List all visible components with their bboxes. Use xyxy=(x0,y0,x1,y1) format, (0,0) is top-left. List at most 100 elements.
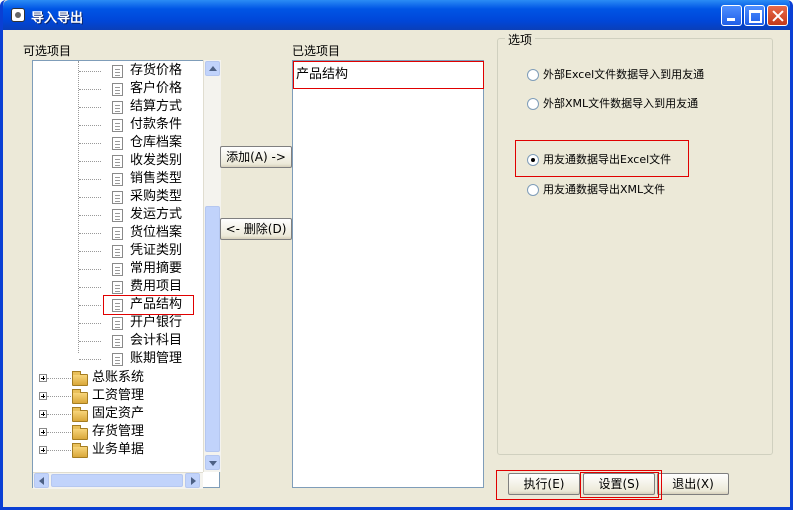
folder-icon xyxy=(72,443,88,458)
tree-item[interactable]: 费用项目 xyxy=(130,278,182,296)
plus-expand-icon[interactable] xyxy=(39,374,47,382)
document-icon xyxy=(112,281,123,294)
title-bar: 导入导出 xyxy=(3,0,790,30)
radio-button-icon[interactable] xyxy=(527,98,539,110)
tree-connector-line xyxy=(79,179,101,180)
document-icon xyxy=(112,299,123,312)
delete-button[interactable]: <- 删除(D) xyxy=(220,218,292,240)
document-icon xyxy=(112,317,123,330)
settings-button[interactable]: 设置(S) xyxy=(583,473,655,495)
folder-icon xyxy=(72,371,88,386)
document-icon xyxy=(112,263,123,276)
maximize-button[interactable] xyxy=(744,5,765,26)
tree-connector-line xyxy=(47,432,71,433)
tree-item[interactable]: 产品结构 xyxy=(130,296,182,314)
tree-item[interactable]: 付款条件 xyxy=(130,116,182,134)
tree-item[interactable]: 结算方式 xyxy=(130,98,182,116)
tree-item[interactable]: 销售类型 xyxy=(130,170,182,188)
app-icon xyxy=(11,8,25,22)
document-icon xyxy=(112,101,123,114)
tree-item[interactable]: 账期管理 xyxy=(130,350,182,368)
exit-button[interactable]: 退出(X) xyxy=(657,473,729,495)
tree-item[interactable]: 发运方式 xyxy=(130,206,182,224)
window-title: 导入导出 xyxy=(31,11,84,26)
available-items-label: 可选项目 xyxy=(23,44,72,58)
tree-folder-item[interactable]: 业务单据 xyxy=(92,441,144,459)
tree-item[interactable]: 货位档案 xyxy=(130,224,182,242)
execute-button[interactable]: 执行(E) xyxy=(508,473,580,495)
tree-item[interactable]: 存货价格 xyxy=(130,62,182,80)
tree-connector-line xyxy=(79,305,101,306)
tree-item[interactable]: 凭证类别 xyxy=(130,242,182,260)
tree-vertical-scrollbar[interactable] xyxy=(203,60,221,472)
plus-expand-icon[interactable] xyxy=(39,428,47,436)
tree-folder-item[interactable]: 存货管理 xyxy=(92,423,144,441)
plus-expand-icon[interactable] xyxy=(39,446,47,454)
document-icon xyxy=(112,227,123,240)
document-icon xyxy=(112,119,123,132)
tree-connector-line xyxy=(47,414,71,415)
tree-connector-line xyxy=(79,251,101,252)
horizontal-scroll-thumb[interactable] xyxy=(51,474,183,487)
tree-item[interactable]: 会计科目 xyxy=(130,332,182,350)
available-items-tree[interactable]: 存货价格 客户价格 结算方式 付款条件 仓库档案 收发类别 销售类型 采购类型 发运方式 货位档案… xyxy=(32,60,220,488)
document-icon xyxy=(112,137,123,150)
tree-connector-line xyxy=(79,269,101,270)
import-export-window: 导入导出 可选项目 存货价格 客户价格 结算方式 付款条件 仓库档案 收发类别 销售类型 采购… xyxy=(0,0,793,510)
tree-item[interactable]: 常用摘要 xyxy=(130,260,182,278)
tree-connector-line xyxy=(79,341,101,342)
scroll-left-icon[interactable] xyxy=(34,473,49,488)
selected-items-list[interactable]: 产品结构 xyxy=(292,60,484,488)
radio-button-checked-icon[interactable] xyxy=(527,154,539,166)
options-title: 选项 xyxy=(505,31,536,48)
document-icon xyxy=(112,353,123,366)
scroll-up-icon[interactable] xyxy=(205,61,220,76)
tree-connector-line xyxy=(79,197,101,198)
tree-item[interactable]: 仓库档案 xyxy=(130,134,182,152)
scroll-right-icon[interactable] xyxy=(185,473,200,488)
folder-icon xyxy=(72,389,88,404)
tree-item[interactable]: 采购类型 xyxy=(130,188,182,206)
tree-connector-line xyxy=(79,89,101,90)
document-icon xyxy=(112,335,123,348)
tree-folder-item[interactable]: 固定资产 xyxy=(92,405,144,423)
tree-connector-line xyxy=(78,61,79,353)
tree-connector-line xyxy=(47,450,71,451)
tree-item[interactable]: 收发类别 xyxy=(130,152,182,170)
tree-connector-line xyxy=(79,359,101,360)
minimize-button[interactable] xyxy=(721,5,742,26)
add-button[interactable]: 添加(A) -> xyxy=(220,146,292,168)
list-item[interactable]: 产品结构 xyxy=(296,63,348,82)
tree-connector-line xyxy=(47,396,71,397)
tree-connector-line xyxy=(79,233,101,234)
tree-connector-line xyxy=(79,215,101,216)
tree-connector-line xyxy=(79,161,101,162)
tree-horizontal-scrollbar[interactable] xyxy=(33,472,203,489)
plus-expand-icon[interactable] xyxy=(39,392,47,400)
document-icon xyxy=(112,65,123,78)
radio-button-icon[interactable] xyxy=(527,69,539,81)
document-icon xyxy=(112,191,123,204)
document-icon xyxy=(112,209,123,222)
tree-connector-line xyxy=(79,287,101,288)
radio-button-icon[interactable] xyxy=(527,184,539,196)
vertical-scroll-thumb[interactable] xyxy=(205,206,220,452)
tree-connector-line xyxy=(79,107,101,108)
tree-connector-line xyxy=(79,125,101,126)
tree-folder-item[interactable]: 总账系统 xyxy=(92,369,144,387)
document-icon xyxy=(112,173,123,186)
document-icon xyxy=(112,155,123,168)
tree-connector-line xyxy=(47,378,71,379)
tree-connector-line xyxy=(79,71,101,72)
close-button[interactable] xyxy=(767,5,788,26)
tree-item[interactable]: 客户价格 xyxy=(130,80,182,98)
folder-icon xyxy=(72,425,88,440)
selected-items-label: 已选项目 xyxy=(292,44,341,58)
scroll-down-icon[interactable] xyxy=(205,455,220,470)
tree-connector-line xyxy=(79,143,101,144)
plus-expand-icon[interactable] xyxy=(39,410,47,418)
folder-icon xyxy=(72,407,88,422)
tree-item[interactable]: 开户银行 xyxy=(130,314,182,332)
tree-connector-line xyxy=(79,323,101,324)
tree-folder-item[interactable]: 工资管理 xyxy=(92,387,144,405)
